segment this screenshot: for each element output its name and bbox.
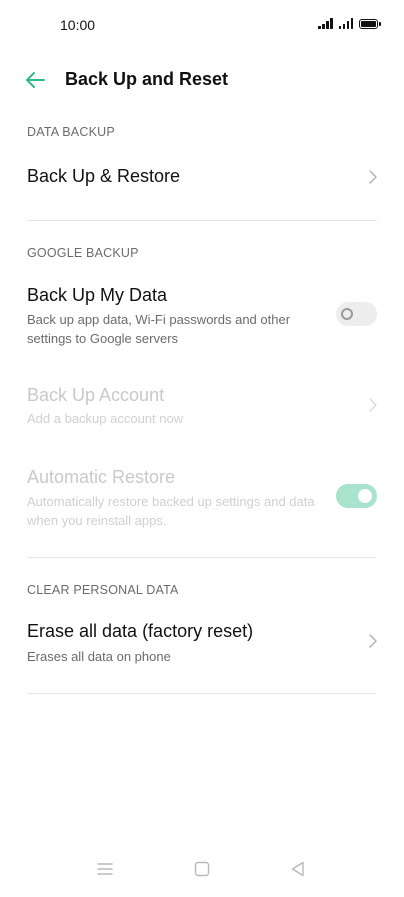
row-subtitle: Automatically restore backed up settings… [27,494,315,528]
header: Back Up and Reset [0,60,404,100]
section-header-data-backup: DATA BACKUP [27,125,115,139]
row-title: Erase all data (factory reset) [27,621,254,641]
divider [27,557,377,558]
signal-icon [318,18,333,29]
back-up-account-row: Back Up Account Add a backup account now [0,380,404,430]
back-up-restore-row[interactable]: Back Up & Restore [0,160,404,200]
status-icons [318,18,381,29]
battery-icon [359,19,381,29]
row-title: Automatic Restore [27,467,176,487]
home-icon[interactable] [192,859,212,879]
row-subtitle: Back up app data, Wi-Fi passwords and ot… [27,312,291,346]
divider [27,220,377,221]
row-subtitle: Erases all data on phone [27,649,171,664]
erase-all-data-row[interactable]: Erase all data (factory reset) Erases al… [0,616,404,668]
automatic-restore-row: Automatic Restore Automatically restore … [0,462,404,532]
row-title: Back Up Account [27,385,165,405]
back-triangle-icon[interactable] [288,859,308,879]
chevron-right-icon [369,398,377,412]
section-header-google-backup: GOOGLE BACKUP [27,246,139,260]
row-title: Back Up My Data [27,285,168,305]
section-header-clear-personal-data: CLEAR PERSONAL DATA [27,583,179,597]
menu-icon[interactable] [95,859,115,879]
divider [27,693,377,694]
chevron-right-icon [369,170,377,184]
back-arrow-icon[interactable] [24,69,46,91]
back-up-my-data-toggle[interactable] [336,302,377,326]
chevron-right-icon [369,634,377,648]
navigation-bar [0,841,404,897]
row-title: Back Up & Restore [27,166,181,186]
automatic-restore-toggle [336,484,377,508]
back-up-my-data-row[interactable]: Back Up My Data Back up app data, Wi-Fi … [0,280,404,350]
page-title: Back Up and Reset [65,69,229,89]
status-time: 10:00 [60,17,96,33]
status-bar: 10:00 [0,0,404,50]
row-subtitle: Add a backup account now [27,411,184,426]
signal-icon [338,18,353,29]
